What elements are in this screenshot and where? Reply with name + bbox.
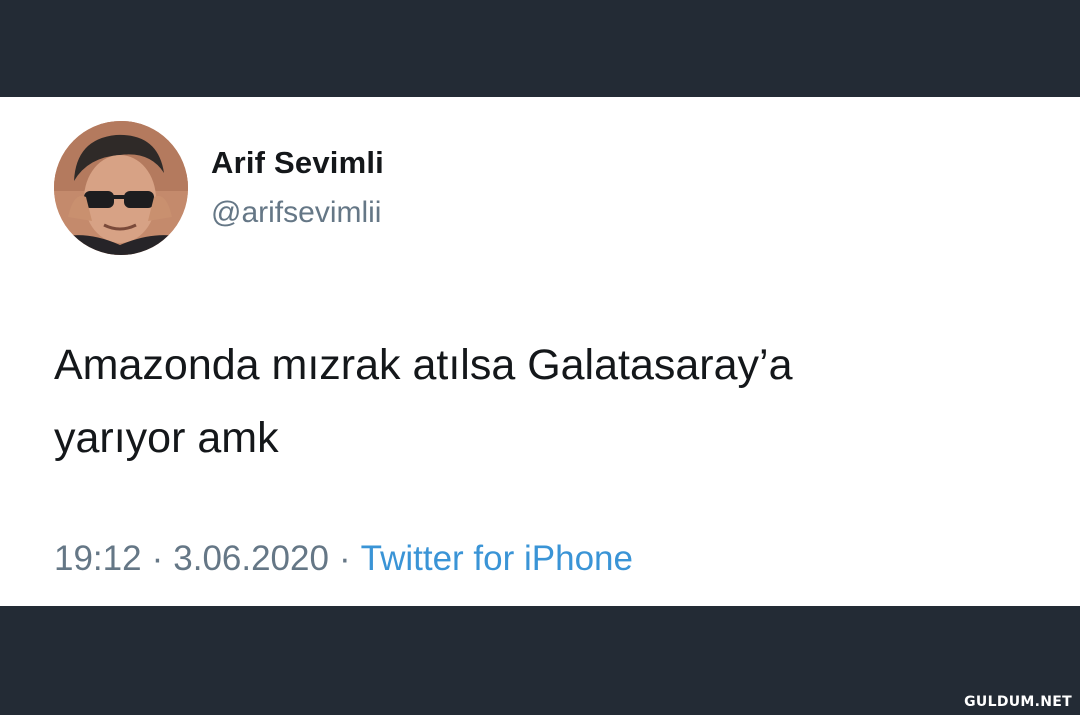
display-name[interactable]: Arif Sevimli bbox=[211, 145, 384, 181]
tweet-time[interactable]: 19:12 bbox=[54, 539, 142, 578]
watermark-logo: GULDUM.NET bbox=[964, 694, 1072, 710]
top-frame-bar bbox=[0, 0, 1080, 97]
tweet-text: Amazonda mızrak atılsa Galatasaray’a yar… bbox=[54, 329, 1034, 475]
meta-separator: · bbox=[338, 539, 351, 578]
tweet-text-line-2: yarıyor amk bbox=[54, 414, 279, 462]
bottom-frame-bar bbox=[0, 606, 1080, 715]
tweet-text-line-1: Amazonda mızrak atılsa Galatasaray’a bbox=[54, 341, 793, 389]
avatar-photo bbox=[54, 121, 188, 255]
avatar[interactable] bbox=[54, 121, 188, 255]
tweet-source-link[interactable]: Twitter for iPhone bbox=[361, 539, 633, 578]
username-handle[interactable]: @arifsevimlii bbox=[211, 196, 381, 230]
tweet-card: Arif Sevimli @arifsevimlii Amazonda mızr… bbox=[0, 97, 1080, 606]
tweet-date[interactable]: 3.06.2020 bbox=[173, 539, 329, 578]
tweet-meta: 19:12 · 3.06.2020 · Twitter for iPhone bbox=[54, 539, 633, 579]
meta-separator: · bbox=[151, 539, 164, 578]
